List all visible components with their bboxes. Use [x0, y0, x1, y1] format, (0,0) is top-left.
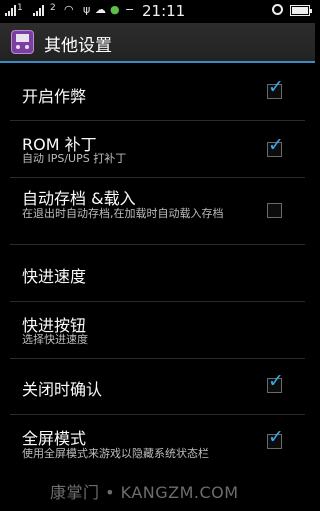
setting-title: 全屏模式: [22, 429, 87, 448]
check-icon: ✓: [268, 370, 284, 392]
setting-subtitle: 自动 IPS/UPS 打补丁: [22, 152, 127, 165]
setting-rom-patch[interactable]: ROM 补丁 自动 IPS/UPS 打补丁 ✓: [0, 121, 315, 177]
signal-icon: [5, 5, 16, 16]
usb-icon: ψ: [83, 3, 91, 16]
battery-icon: [290, 5, 312, 16]
sim1-label: 1: [17, 3, 23, 13]
check-icon: ✓: [268, 134, 284, 156]
check-icon: ✓: [268, 426, 284, 448]
wifi-icon: ◠: [64, 3, 74, 16]
alarm-icon: [272, 4, 283, 15]
rom-patch-checkbox[interactable]: ✓: [267, 136, 284, 157]
cheats-checkbox[interactable]: ✓: [267, 78, 284, 99]
setting-subtitle: 在退出时自动存档,在加载时自动载入存档: [22, 207, 224, 220]
watermark: 康掌门 • KANGZM.COM: [50, 483, 239, 502]
status-bar: 1 2 ◠ ψ ☁ ● − 21:11: [0, 0, 315, 23]
setting-auto-save-load[interactable]: 自动存档 &载入 在退出时自动存档,在加载时自动载入存档: [0, 178, 315, 244]
check-icon: ✓: [268, 76, 284, 98]
action-bar: 其他设置: [0, 23, 315, 61]
setting-confirm-on-close[interactable]: 关闭时确认 ✓: [0, 359, 315, 414]
setting-title: 自动存档 &载入: [22, 189, 136, 208]
setting-title: 快进速度: [22, 267, 87, 286]
setting-subtitle: 选择快进速度: [22, 333, 88, 346]
sim2-label: 2: [50, 3, 56, 13]
setting-fullscreen[interactable]: 全屏模式 使用全屏模式来游戏以隐藏系统状态栏 ✓: [0, 415, 315, 472]
setting-title: 关闭时确认: [22, 380, 103, 399]
setting-title: 开启作弊: [22, 87, 87, 106]
app-notification-icon: ●: [110, 3, 120, 16]
clock-time: 21:11: [142, 2, 186, 20]
fullscreen-checkbox[interactable]: ✓: [267, 428, 284, 449]
minus-icon: −: [125, 3, 135, 16]
signal-icon-2: [33, 5, 44, 16]
setting-fast-forward-speed[interactable]: 快进速度: [0, 245, 315, 301]
setting-enable-cheats[interactable]: 开启作弊 ✓: [0, 63, 315, 120]
setting-fast-forward-button[interactable]: 快进按钮 选择快进速度: [0, 302, 315, 358]
app-icon[interactable]: [11, 30, 34, 54]
confirm-close-checkbox[interactable]: ✓: [267, 372, 284, 393]
cloud-icon: ☁: [95, 3, 106, 16]
auto-save-checkbox[interactable]: [267, 203, 282, 218]
setting-subtitle: 使用全屏模式来游戏以隐藏系统状态栏: [22, 447, 209, 460]
page-title: 其他设置: [44, 36, 112, 56]
